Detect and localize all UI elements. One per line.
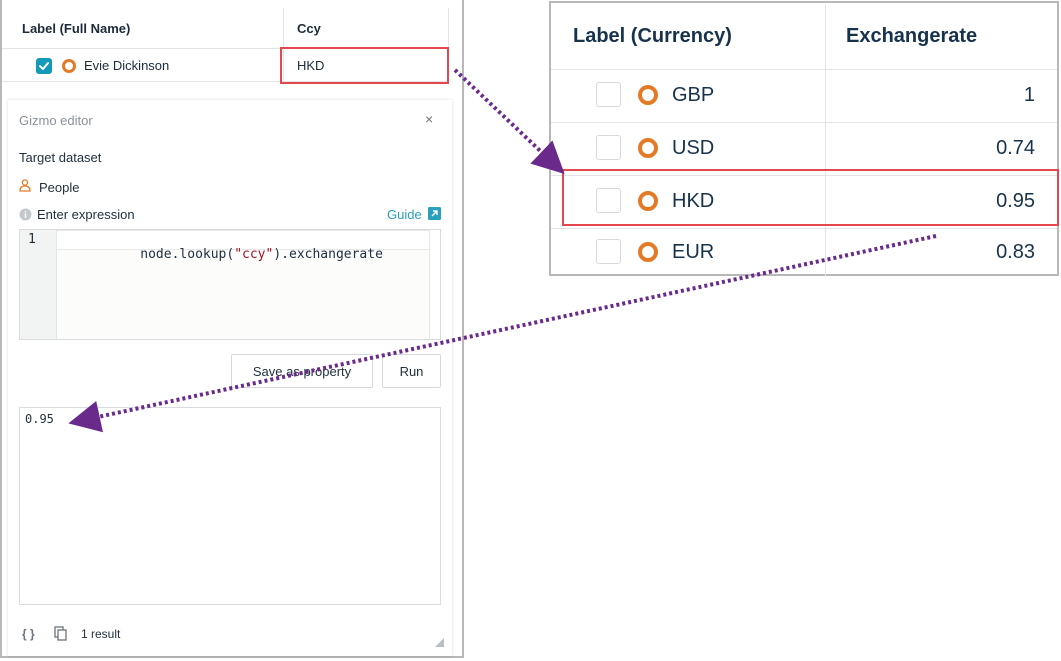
- arrow-ccy-to-hkd: [453, 68, 565, 175]
- arrow-rate-to-result: [68, 234, 937, 433]
- annotation-arrows: [68, 68, 937, 433]
